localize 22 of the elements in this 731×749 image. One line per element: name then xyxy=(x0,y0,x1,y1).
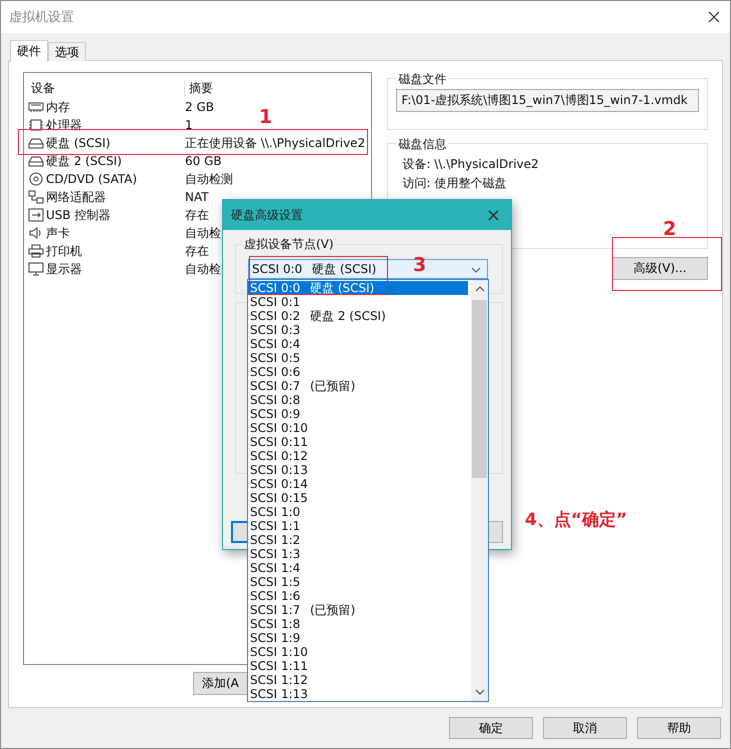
device-summary: NAT xyxy=(185,190,209,204)
step-number: 2 xyxy=(663,219,676,239)
info-text: 访问: 使用整个磁盘 xyxy=(401,175,508,192)
dialog-title: 硬盘高级设置 xyxy=(231,206,303,224)
device-summary: 正在使用设备 \\.\PhysicalDrive2 xyxy=(185,134,366,152)
device-summary: 1 xyxy=(185,118,193,132)
group-label: 磁盘文件 xyxy=(396,71,448,88)
device-summary: 自动检 xyxy=(185,224,221,242)
device-summary: 2 GB xyxy=(185,100,214,114)
column-header: 设备 xyxy=(28,80,185,96)
step-instruction: 4、点“确定” xyxy=(525,510,628,530)
group-label: 磁盘信息 xyxy=(396,136,448,153)
window-title: 虚拟机设置 xyxy=(9,9,74,26)
column-header: 摘要 xyxy=(189,80,213,96)
device-summary: 存在 xyxy=(185,206,209,224)
device-summary: 自动检 xyxy=(185,260,221,278)
device-summary: 存在 xyxy=(185,242,209,260)
group-label: 虚拟设备节点(V) xyxy=(242,236,336,253)
device-summary: 60 GB xyxy=(185,154,222,168)
info-text: 设备: \\.\PhysicalDrive2 xyxy=(401,156,540,173)
device-summary: 自动检测 xyxy=(185,170,233,188)
step-number: 1 xyxy=(259,107,272,127)
